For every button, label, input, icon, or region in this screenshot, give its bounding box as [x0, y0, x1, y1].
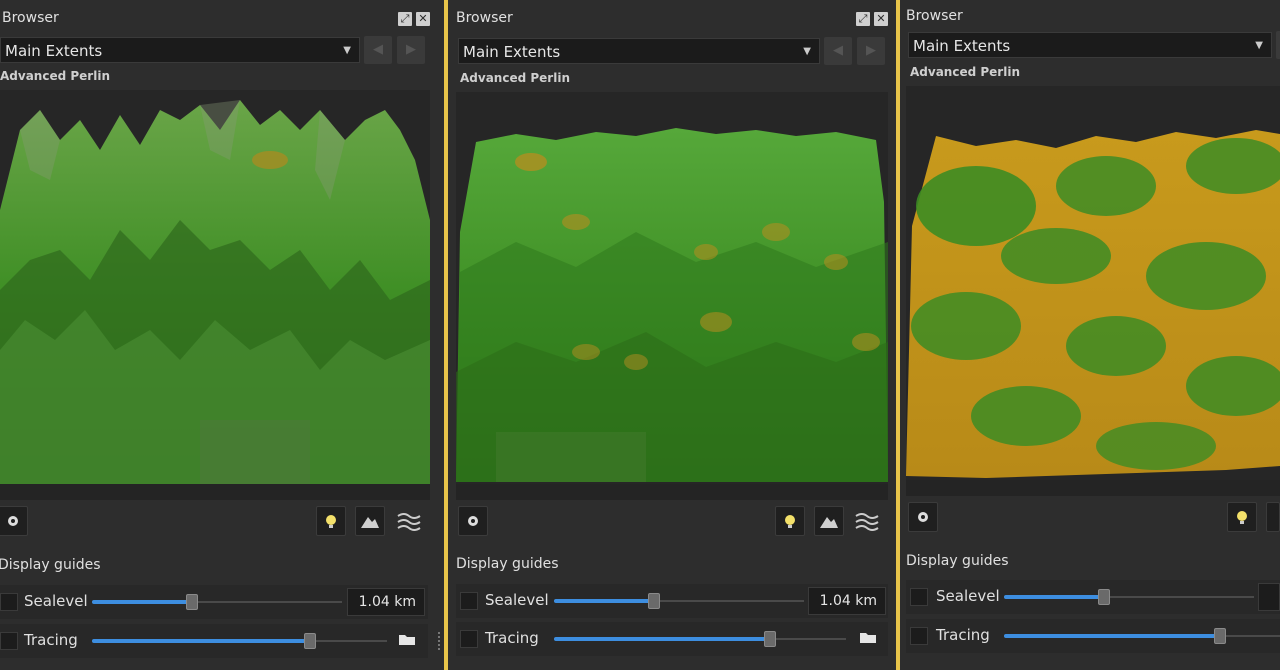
tracing-slider[interactable] [1004, 628, 1280, 644]
sealevel-slider-knob[interactable] [186, 594, 198, 610]
sealevel-slider[interactable] [92, 594, 342, 610]
sealevel-row: Sealevel 1.04 km [0, 585, 428, 619]
tracing-slider[interactable] [554, 631, 846, 647]
folder-icon[interactable] [859, 630, 877, 648]
sealevel-value[interactable] [1258, 583, 1280, 611]
extents-value: Main Extents [463, 43, 561, 61]
panel-title: Browser [456, 10, 513, 26]
close-icon[interactable]: ✕ [874, 12, 888, 26]
sealevel-checkbox[interactable] [0, 593, 18, 611]
restore-icon[interactable]: ⤢ [856, 12, 870, 26]
sealevel-slider[interactable] [554, 593, 804, 609]
tracing-slider[interactable] [92, 633, 387, 649]
tracing-row: Tracing [0, 624, 428, 658]
chevron-down-icon: ▼ [803, 46, 811, 57]
node-name: Advanced Perlin [910, 65, 1020, 79]
sealevel-slider-fill [1004, 595, 1104, 599]
sealevel-label: Sealevel [24, 592, 88, 610]
display-guides-heading: Display guides [456, 556, 559, 572]
terrain-icon[interactable] [355, 506, 385, 536]
terrain-viewport[interactable] [456, 92, 888, 484]
browser-panel-3: Browser Main Extents ▼ Advanced Perlin D… [900, 0, 1280, 670]
sealevel-slider-fill [554, 599, 654, 603]
water-icon[interactable] [854, 510, 880, 532]
tracing-row: Tracing [456, 622, 888, 656]
arrow-left-icon[interactable]: ◀ [364, 36, 392, 64]
light-bulb-icon[interactable] [775, 506, 805, 536]
gear-icon[interactable] [458, 506, 488, 536]
tracing-row: Tracing [906, 619, 1280, 653]
tracing-label: Tracing [485, 629, 539, 647]
splitter-grip[interactable] [438, 632, 442, 650]
terrain-viewport[interactable] [906, 86, 1280, 480]
tracing-slider-fill [1004, 634, 1220, 638]
extents-value: Main Extents [5, 42, 103, 60]
arrow-left-icon[interactable] [1276, 31, 1280, 59]
display-guides-heading: Display guides [906, 553, 1009, 569]
sealevel-label: Sealevel [485, 591, 549, 609]
tracing-checkbox[interactable] [0, 632, 18, 650]
extents-dropdown[interactable]: Main Extents ▼ [908, 32, 1272, 58]
node-name: Advanced Perlin [0, 69, 110, 83]
extents-value: Main Extents [913, 37, 1011, 55]
node-name: Advanced Perlin [460, 71, 570, 85]
sealevel-slider-knob[interactable] [1098, 589, 1110, 605]
sealevel-value[interactable]: 1.04 km [347, 588, 425, 616]
viewport-footer [456, 484, 888, 500]
gear-icon[interactable] [908, 502, 938, 532]
arrow-right-icon[interactable]: ▶ [857, 37, 885, 65]
extents-dropdown[interactable]: Main Extents ▼ [458, 38, 820, 64]
viewport-footer [906, 480, 1280, 496]
sealevel-row: Sealevel 1.04 km [456, 584, 888, 618]
water-icon[interactable] [396, 510, 422, 532]
tracing-checkbox[interactable] [910, 627, 928, 645]
sealevel-label: Sealevel [936, 587, 1000, 605]
restore-icon[interactable]: ⤢ [398, 12, 412, 26]
tracing-slider-knob[interactable] [304, 633, 316, 649]
browser-panel-2: Browser ⤢ ✕ Main Extents ▼ ◀ ▶ Advanced … [448, 0, 896, 670]
tracing-slider-fill [554, 637, 770, 641]
display-guides-heading: Display guides [0, 557, 101, 573]
chevron-down-icon: ▼ [343, 45, 351, 56]
sealevel-row: Sealevel [906, 580, 1280, 614]
chevron-down-icon: ▼ [1255, 40, 1263, 51]
gear-icon[interactable] [0, 506, 28, 536]
arrow-right-icon[interactable]: ▶ [397, 36, 425, 64]
terrain-viewport[interactable] [0, 90, 430, 484]
light-bulb-icon[interactable] [316, 506, 346, 536]
panel-title: Browser [906, 8, 963, 24]
terrain-icon[interactable] [814, 506, 844, 536]
sealevel-slider-fill [92, 600, 192, 604]
tracing-label: Tracing [24, 631, 78, 649]
tracing-slider-fill [92, 639, 310, 643]
tracing-checkbox[interactable] [460, 630, 478, 648]
terrain-icon[interactable] [1266, 502, 1280, 532]
sealevel-slider-knob[interactable] [648, 593, 660, 609]
browser-panel-1: Browser ⤢ ✕ Main Extents ▼ ◀ ▶ Advanced … [0, 0, 444, 670]
tracing-slider-knob[interactable] [764, 631, 776, 647]
tracing-label: Tracing [936, 626, 990, 644]
arrow-left-icon[interactable]: ◀ [824, 37, 852, 65]
sealevel-value[interactable]: 1.04 km [808, 587, 886, 615]
extents-dropdown[interactable]: Main Extents ▼ [0, 37, 360, 63]
folder-icon[interactable] [398, 632, 416, 650]
sealevel-checkbox[interactable] [910, 588, 928, 606]
panel-title: Browser [2, 10, 59, 26]
sealevel-slider[interactable] [1004, 589, 1254, 605]
light-bulb-icon[interactable] [1227, 502, 1257, 532]
close-icon[interactable]: ✕ [416, 12, 430, 26]
tracing-slider-knob[interactable] [1214, 628, 1226, 644]
sealevel-checkbox[interactable] [460, 592, 478, 610]
viewport-footer [0, 484, 430, 500]
